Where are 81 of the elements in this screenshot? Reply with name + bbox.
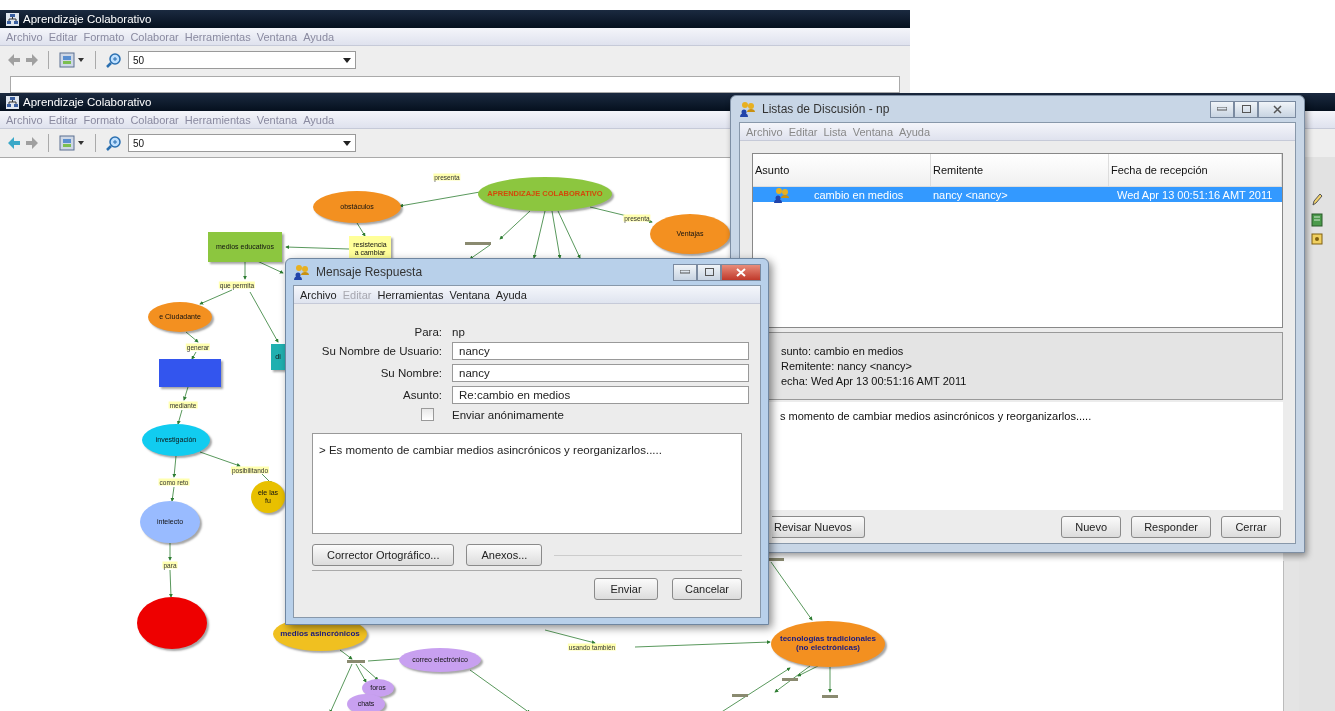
- node-label: medios asincrónicos: [279, 629, 361, 639]
- caret-icon: [343, 57, 351, 63]
- zoom-icon[interactable]: [106, 52, 122, 68]
- table-cell: cambio en medios: [814, 189, 904, 201]
- close-icon: [736, 267, 746, 277]
- app-icon: [6, 95, 19, 109]
- close-icon: [1272, 104, 1282, 114]
- concept-node[interactable]: tecnologías tradicionales (no electrónicas): [771, 621, 885, 667]
- forward-arrow-icon[interactable]: [26, 54, 38, 66]
- people-icon: [773, 187, 790, 203]
- maximize-icon: [1241, 105, 1251, 113]
- concept-node[interactable]: [137, 597, 207, 649]
- table-cell: Wed Apr 13 00:51:16 AMT 2011: [1117, 189, 1273, 201]
- recipient-text: np: [452, 326, 466, 338]
- window-title: Aprendizaje Colaborativo: [23, 96, 152, 108]
- action-button[interactable]: Nuevo: [1061, 516, 1122, 538]
- window-title: Mensaje Respuesta: [316, 265, 423, 279]
- check-new-button[interactable]: Revisar Nuevos: [772, 516, 865, 538]
- zoom-dropdown[interactable]: 50: [128, 51, 356, 69]
- dialog-button[interactable]: Cancelar: [671, 578, 742, 600]
- tool-button[interactable]: Anexos...: [466, 544, 543, 566]
- junction-bar: [347, 660, 365, 663]
- input-field[interactable]: nancy: [452, 364, 749, 382]
- junction-bar: [465, 242, 491, 245]
- checkbox[interactable]: [421, 408, 434, 421]
- concept-node[interactable]: [159, 359, 221, 387]
- checkbox-label: Enviar anónimamente: [452, 408, 565, 421]
- app-icon: [6, 12, 19, 26]
- zoom-dropdown[interactable]: 50: [128, 134, 356, 152]
- detail-line: Remitente: nancy <nancy>: [781, 360, 913, 372]
- window-title: Aprendizaje Colaborativo: [23, 13, 152, 25]
- maximize-icon: [704, 268, 714, 276]
- window-title: Listas de Discusión - np: [762, 102, 890, 116]
- junction-bar: [822, 695, 838, 698]
- table-cell: nancy <nancy>: [933, 189, 1008, 201]
- back-arrow-icon[interactable]: [8, 137, 20, 149]
- minimize-icon: [680, 270, 690, 274]
- menu-item[interactable]: Archivo: [300, 288, 337, 301]
- column-header[interactable]: Fecha de recepción: [1109, 154, 1282, 186]
- pencil-icon[interactable]: [1311, 193, 1323, 207]
- message-text: s momento de cambiar medios asincrónicos y reorganizarlos.....: [780, 410, 1092, 422]
- action-button[interactable]: Responder: [1131, 516, 1211, 538]
- people-icon: [293, 264, 310, 280]
- menu-item[interactable]: Herramientas: [377, 288, 444, 301]
- input-field[interactable]: nancy: [452, 342, 749, 360]
- field-label: Para:: [413, 326, 442, 338]
- dialog-button[interactable]: Enviar: [593, 578, 658, 600]
- field-label: Asunto:: [402, 389, 442, 401]
- action-button[interactable]: Cerrar: [1221, 516, 1281, 538]
- back-arrow-icon[interactable]: [8, 54, 20, 66]
- tool-button[interactable]: Corrector Ortográfico...: [312, 544, 455, 566]
- column-header[interactable]: Remitente: [931, 154, 1109, 186]
- junction-bar: [782, 678, 798, 681]
- minimize-icon: [1217, 107, 1227, 111]
- maximize-button[interactable]: [1234, 100, 1258, 118]
- maximize-button[interactable]: [697, 263, 721, 281]
- forward-arrow-icon[interactable]: [26, 137, 38, 149]
- minimize-button[interactable]: [1210, 100, 1234, 118]
- note-icon[interactable]: [1311, 233, 1323, 245]
- layout-dropdown-icon[interactable]: [59, 52, 85, 68]
- junction-bar: [768, 558, 784, 561]
- detail-line: sunto: cambio en medios: [781, 345, 905, 357]
- minimize-button[interactable]: [673, 263, 697, 281]
- close-button[interactable]: [1258, 100, 1296, 118]
- detail-line: echa: Wed Apr 13 00:51:16 AMT 2011: [781, 375, 968, 387]
- input-field[interactable]: Re:cambio en medios: [452, 386, 749, 404]
- address-field[interactable]: [10, 76, 900, 93]
- field-label: Su Nombre de Usuario:: [320, 345, 442, 357]
- close-button[interactable]: [721, 263, 761, 281]
- menu-item[interactable]: Ventana: [449, 288, 490, 301]
- zoom-icon[interactable]: [106, 135, 122, 151]
- field-label: Su Nombre:: [379, 367, 442, 379]
- book-icon[interactable]: [1311, 213, 1323, 227]
- junction-bar: [732, 694, 748, 697]
- caret-icon: [343, 140, 351, 146]
- node-label: tecnologías tradicionales (no electrónicas): [779, 635, 877, 653]
- menu-item[interactable]: Ayuda: [495, 288, 527, 301]
- people-icon: [739, 101, 756, 117]
- message-body-field[interactable]: > Es momento de cambiar medios asincrónicos y reorganizarlos.....: [312, 433, 742, 534]
- layout-dropdown-icon[interactable]: [59, 135, 85, 151]
- column-header[interactable]: Asunto: [753, 154, 931, 186]
